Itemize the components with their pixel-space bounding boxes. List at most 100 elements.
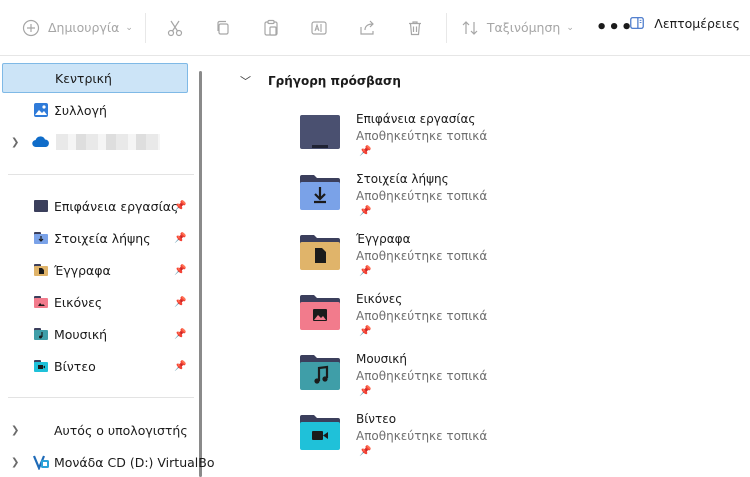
blurred-account-name: [56, 134, 160, 150]
item-location: Αποθηκεύτηκε τοπικά: [356, 369, 488, 383]
music-folder-icon: [300, 355, 340, 390]
sidebar-item-pictures[interactable]: Εικόνες 📌: [2, 287, 188, 317]
pin-icon[interactable]: 📌: [174, 265, 186, 276]
details-button[interactable]: Λεπτομέρειες: [626, 12, 740, 34]
sidebar-item-label: Μονάδα CD (D:) VirtualBo: [54, 454, 215, 470]
trash-icon: [404, 17, 426, 39]
desktop-folder-icon: [300, 115, 340, 149]
sidebar-item-desktop[interactable]: Επιφάνεια εργασίας 📌: [2, 191, 188, 221]
quick-access-item-pictures[interactable]: Εικόνες Αποθηκεύτηκε τοπικά 📌: [298, 290, 598, 346]
sidebar-item-this-pc[interactable]: ❯ Αυτός ο υπολογιστής: [2, 415, 188, 445]
sidebar-item-cd-drive[interactable]: ❯ Μονάδα CD (D:) VirtualBo: [2, 447, 214, 477]
sidebar-item-label: Επιφάνεια εργασίας: [54, 198, 179, 214]
chevron-right-icon[interactable]: ❯: [11, 457, 19, 468]
sidebar-item-label: Εικόνες: [54, 294, 103, 310]
item-location: Αποθηκεύτηκε τοπικά: [356, 129, 488, 143]
sidebar-item-documents[interactable]: Έγγραφα 📌: [2, 255, 188, 285]
sidebar-item-label: Συλλογή: [54, 102, 107, 118]
sidebar-item-label: Στοιχεία λήψης: [54, 230, 151, 246]
paste-button[interactable]: [254, 12, 288, 44]
sidebar-item-videos[interactable]: Βίντεο 📌: [2, 351, 188, 381]
downloads-folder-icon: [32, 229, 50, 247]
sort-button[interactable]: Ταξινόμηση ⌄: [453, 12, 580, 44]
details-pane-icon: [626, 12, 648, 34]
new-button-label: Δημιουργία: [48, 20, 120, 35]
quick-access-item-downloads[interactable]: Στοιχεία λήψης Αποθηκεύτηκε τοπικά 📌: [298, 170, 598, 226]
item-location: Αποθηκεύτηκε τοπικά: [356, 429, 488, 443]
pin-icon[interactable]: 📌: [174, 233, 186, 244]
quick-access-header[interactable]: ﹀ Γρήγορη πρόσβαση: [240, 73, 401, 89]
onedrive-cloud-icon: [32, 133, 50, 151]
toolbar-divider: [144, 12, 146, 43]
share-icon: [356, 17, 378, 39]
videos-folder-icon: [32, 357, 50, 375]
copy-button[interactable]: [206, 12, 240, 44]
quick-access-item-videos[interactable]: Βίντεο Αποθηκεύτηκε τοπικά 📌: [298, 410, 598, 466]
pin-icon: 📌: [359, 446, 372, 457]
delete-button[interactable]: [398, 12, 432, 44]
toolbar-divider: [445, 12, 447, 43]
documents-folder-icon: [300, 235, 340, 270]
pictures-folder-icon: [300, 295, 340, 330]
sidebar-item-label: Βίντεο: [54, 358, 96, 374]
rename-icon: [308, 17, 330, 39]
item-location: Αποθηκεύτηκε τοπικά: [356, 189, 488, 203]
rename-button[interactable]: [302, 12, 336, 44]
pin-icon[interactable]: 📌: [174, 201, 186, 212]
gallery-icon: [32, 101, 50, 119]
pin-icon: 📌: [359, 386, 372, 397]
sidebar-item-music[interactable]: Μουσική 📌: [2, 319, 188, 349]
sort-button-label: Ταξινόμηση: [486, 20, 561, 35]
section-title: Γρήγορη πρόσβαση: [268, 74, 401, 88]
virtualbox-cd-icon: [32, 453, 50, 471]
videos-folder-icon: [300, 415, 340, 450]
desktop-folder-icon: [32, 197, 50, 215]
navigation-pane: Κεντρική Συλλογή ❯ Επιφάνεια εργασίας 📌 …: [0, 57, 214, 477]
sidebar-item-home[interactable]: Κεντρική: [2, 63, 188, 93]
pictures-folder-icon: [32, 293, 50, 311]
details-button-label: Λεπτομέρειες: [654, 15, 740, 31]
command-bar: Δημιουργία ⌄ Ταξινόμηση ⌄ ••• Λεπτομέρει…: [0, 0, 750, 56]
pin-icon[interactable]: 📌: [174, 361, 186, 372]
item-location: Αποθηκεύτηκε τοπικά: [356, 309, 488, 323]
chevron-down-icon: ⌄: [125, 22, 133, 33]
new-button[interactable]: Δημιουργία ⌄: [14, 12, 139, 44]
music-folder-icon: [32, 325, 50, 343]
sidebar-item-label: Μουσική: [54, 326, 108, 342]
clipboard-icon: [260, 17, 282, 39]
documents-folder-icon: [32, 261, 50, 279]
share-button[interactable]: [350, 12, 384, 44]
item-location: Αποθηκεύτηκε τοπικά: [356, 249, 488, 263]
sidebar-item-downloads[interactable]: Στοιχεία λήψης 📌: [2, 223, 188, 253]
pin-icon[interactable]: 📌: [174, 329, 186, 340]
cut-button[interactable]: [158, 12, 192, 44]
pin-icon: 📌: [359, 266, 372, 277]
chevron-down-icon[interactable]: ﹀: [240, 73, 254, 89]
chevron-right-icon[interactable]: ❯: [11, 425, 19, 436]
quick-access-item-documents[interactable]: Έγγραφα Αποθηκεύτηκε τοπικά 📌: [298, 230, 598, 286]
item-name: Έγγραφα: [356, 232, 411, 246]
item-name: Στοιχεία λήψης: [356, 172, 449, 186]
sidebar-divider: [8, 397, 194, 398]
item-name: Μουσική: [356, 352, 407, 366]
quick-access-item-music[interactable]: Μουσική Αποθηκεύτηκε τοπικά 📌: [298, 350, 598, 406]
sidebar-divider: [8, 174, 194, 175]
sidebar-item-onedrive[interactable]: ❯: [2, 127, 188, 157]
chevron-right-icon[interactable]: ❯: [11, 137, 19, 148]
item-name: Βίντεο: [356, 412, 397, 426]
plus-circle-icon: [20, 17, 42, 39]
sidebar-item-label: Έγγραφα: [54, 262, 111, 278]
chevron-down-icon: ⌄: [566, 22, 574, 33]
copy-icon: [212, 17, 234, 39]
main-content: ﹀ Γρήγορη πρόσβαση Επιφάνεια εργασίας Απ…: [206, 57, 750, 477]
scissors-icon: [164, 17, 186, 39]
sidebar-item-label: Κεντρική: [55, 70, 112, 86]
quick-access-item-desktop[interactable]: Επιφάνεια εργασίας Αποθηκεύτηκε τοπικά 📌: [298, 110, 598, 166]
downloads-folder-icon: [300, 175, 340, 210]
pin-icon: 📌: [359, 146, 372, 157]
item-name: Εικόνες: [356, 292, 403, 306]
sidebar-item-gallery[interactable]: Συλλογή: [2, 95, 188, 125]
sidebar-scrollbar[interactable]: [199, 71, 202, 477]
pin-icon[interactable]: 📌: [174, 297, 186, 308]
pin-icon: 📌: [359, 206, 372, 217]
